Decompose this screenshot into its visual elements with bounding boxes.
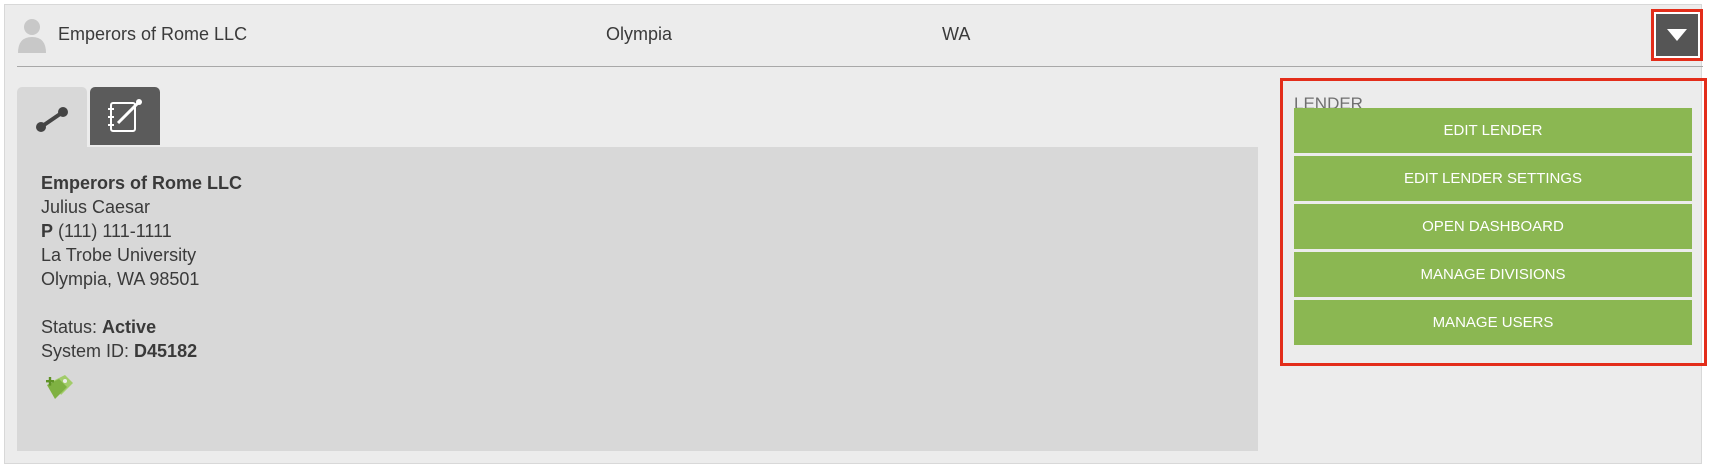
phone-label: P bbox=[41, 221, 54, 241]
detail-address1: La Trobe University bbox=[41, 245, 197, 265]
caret-down-icon bbox=[1667, 29, 1687, 41]
tab-notes[interactable] bbox=[90, 87, 160, 145]
link-icon bbox=[36, 107, 68, 132]
status-label: Status: bbox=[41, 317, 98, 337]
header-state: WA bbox=[942, 24, 971, 44]
phone-value: (111) 111-1111 bbox=[58, 221, 172, 241]
system-id-value: D45182 bbox=[134, 341, 198, 361]
lender-record-panel: Emperors of Rome LLC Olympia WA Emperors bbox=[4, 4, 1707, 464]
expand-toggle-inner[interactable] bbox=[1656, 14, 1698, 56]
header-city: Olympia bbox=[606, 24, 673, 44]
detail-phone-row: P (111) 111-1111 bbox=[41, 219, 242, 243]
expand-toggle-button[interactable] bbox=[1651, 9, 1703, 61]
header-divider bbox=[17, 66, 1703, 67]
record-header-row[interactable]: Emperors of Rome LLC Olympia WA bbox=[5, 5, 1703, 66]
detail-system-id-row: System ID: D45182 bbox=[41, 339, 242, 363]
header-company-name: Emperors of Rome LLC bbox=[58, 24, 248, 44]
lender-detail-card: Emperors of Rome LLC Julius Caesar P (11… bbox=[17, 147, 1258, 451]
manage-users-button[interactable]: MANAGE USERS bbox=[1294, 300, 1692, 345]
system-id-label: System ID: bbox=[41, 341, 130, 361]
status-value: Active bbox=[102, 317, 157, 337]
detail-lines: Emperors of Rome LLC Julius Caesar P (11… bbox=[41, 171, 242, 363]
notes-icon bbox=[108, 99, 142, 132]
manage-divisions-button[interactable]: MANAGE DIVISIONS bbox=[1294, 252, 1692, 297]
edit-lender-button[interactable]: EDIT LENDER bbox=[1294, 108, 1692, 153]
user-avatar-icon bbox=[18, 19, 46, 53]
detail-contact: Julius Caesar bbox=[41, 197, 151, 217]
open-dashboard-button[interactable]: OPEN DASHBOARD bbox=[1294, 204, 1692, 249]
tags-add-icon[interactable] bbox=[43, 371, 77, 403]
detail-address2: Olympia, WA 98501 bbox=[41, 269, 200, 289]
detail-status-row: Status: Active bbox=[41, 315, 242, 339]
detail-spacer bbox=[41, 291, 242, 315]
detail-company: Emperors of Rome LLC bbox=[41, 173, 243, 193]
lender-actions-panel: LENDER EDIT LENDER EDIT LENDER SETTINGS … bbox=[1280, 78, 1707, 366]
edit-lender-settings-button[interactable]: EDIT LENDER SETTINGS bbox=[1294, 156, 1692, 201]
tab-link[interactable] bbox=[17, 87, 87, 151]
